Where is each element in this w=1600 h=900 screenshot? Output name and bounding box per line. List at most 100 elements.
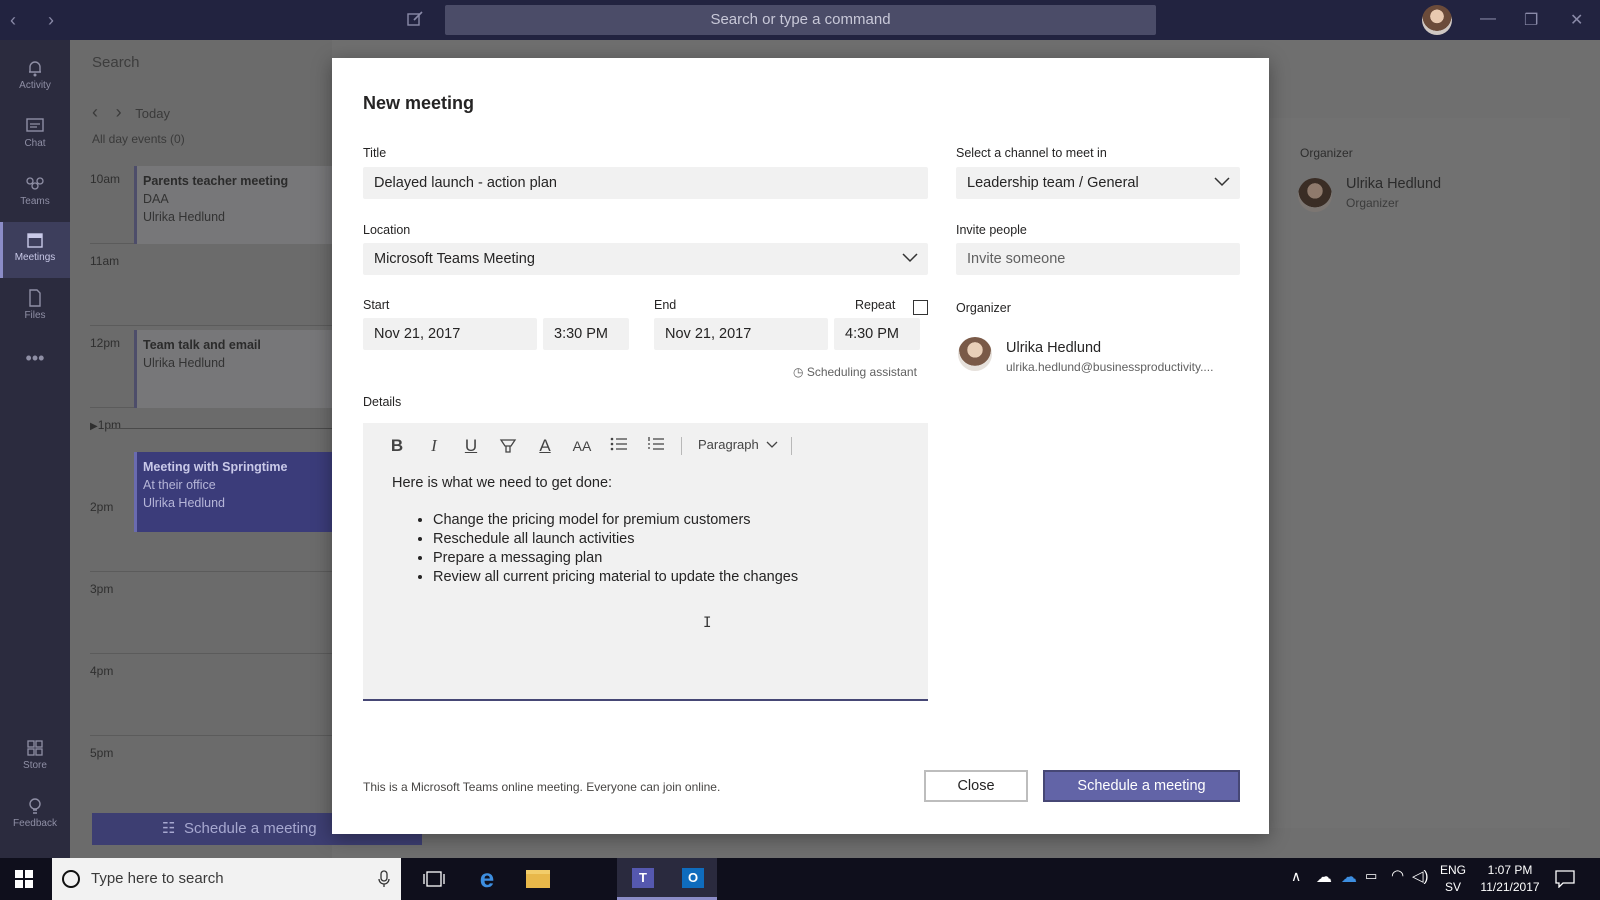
close-button[interactable]: Close xyxy=(924,770,1028,802)
chevron-down-icon xyxy=(902,253,918,263)
outlook-app-icon[interactable]: O xyxy=(669,858,717,900)
hour-label: 10am xyxy=(90,172,121,186)
underline-icon[interactable]: U xyxy=(461,436,481,456)
more-apps-icon[interactable]: ••• xyxy=(0,348,70,378)
task-view-icon[interactable] xyxy=(423,870,445,888)
hour-label: 4pm xyxy=(90,664,114,678)
prev-day-icon[interactable]: ‹ xyxy=(92,102,98,122)
today-button[interactable]: Today xyxy=(135,106,170,121)
start-date-field[interactable]: Nov 21, 2017 xyxy=(363,318,537,350)
details-list: Change the pricing model for premium cus… xyxy=(433,511,798,587)
chat-icon xyxy=(26,118,44,132)
windows-taskbar: Type here to search e T O ∧ ☁ ☁ ▭ ◠ ◁) E… xyxy=(0,858,1600,900)
minimize-icon[interactable]: — xyxy=(1480,10,1496,28)
input-language[interactable]: ENG SV xyxy=(1438,862,1468,896)
onedrive-icon[interactable]: ☁ xyxy=(1316,867,1332,887)
bulleted-list-icon[interactable] xyxy=(609,436,629,456)
scheduling-assistant-label: Scheduling assistant xyxy=(806,365,917,379)
event-title: Parents teacher meeting xyxy=(143,174,289,188)
list-item: Review all current pricing material to u… xyxy=(433,568,798,587)
teams-app-icon[interactable]: T xyxy=(617,858,669,900)
action-center-icon[interactable] xyxy=(1555,870,1575,888)
taskbar-search[interactable]: Type here to search xyxy=(52,858,401,900)
font-size-icon[interactable]: AA xyxy=(572,436,592,456)
meeting-details-background: Organizer Ulrika Hedlund Organizer xyxy=(1270,118,1570,828)
location-dropdown[interactable]: Microsoft Teams Meeting xyxy=(363,243,928,275)
back-arrow-icon[interactable]: ‹ xyxy=(10,10,16,31)
highlight-icon[interactable] xyxy=(498,436,518,456)
close-window-icon[interactable]: ✕ xyxy=(1570,10,1583,30)
title-field[interactable]: Delayed launch - action plan xyxy=(363,167,928,199)
forward-arrow-icon[interactable]: › xyxy=(48,10,54,31)
calendar-event[interactable]: Team talk and email Ulrika Hedlund xyxy=(134,330,332,408)
rail-item-store[interactable]: Store xyxy=(0,730,70,786)
hour-divider xyxy=(90,735,332,736)
channel-value: Leadership team / General xyxy=(967,175,1139,191)
invite-people-input[interactable]: Invite someone xyxy=(956,243,1240,275)
taskbar-search-placeholder: Type here to search xyxy=(91,870,224,887)
onedrive-business-icon[interactable]: ☁ xyxy=(1341,867,1357,887)
list-item: Change the pricing model for premium cus… xyxy=(433,511,798,530)
toolbar-divider xyxy=(791,437,792,455)
new-meeting-dialog: New meeting Title Delayed launch - actio… xyxy=(332,58,1269,834)
hour-label: ▶1pm xyxy=(90,418,121,432)
cortana-icon xyxy=(62,870,80,888)
title-label: Title xyxy=(363,146,387,160)
restore-icon[interactable]: ❐ xyxy=(1524,10,1538,30)
hour-divider xyxy=(90,571,332,572)
rail-item-files[interactable]: Files xyxy=(0,280,70,336)
font-color-icon[interactable]: A xyxy=(535,436,555,456)
lightbulb-icon xyxy=(29,798,41,814)
chevron-down-icon xyxy=(1214,177,1230,187)
repeat-checkbox[interactable] xyxy=(913,300,928,315)
next-day-icon[interactable]: › xyxy=(116,102,122,122)
details-editor[interactable]: B I U A AA Paragraph Here is what we nee… xyxy=(363,423,928,701)
event-organizer: Ulrika Hedlund xyxy=(143,210,225,224)
rail-item-activity[interactable]: Activity xyxy=(0,50,70,106)
hour-label: 11am xyxy=(90,254,120,268)
calendar-event[interactable]: Parents teacher meeting DAA Ulrika Hedlu… xyxy=(134,166,332,244)
battery-icon[interactable]: ▭ xyxy=(1365,868,1377,884)
all-day-events: All day events (0) xyxy=(92,132,185,146)
end-label: End xyxy=(654,298,677,312)
rail-item-feedback[interactable]: Feedback xyxy=(0,788,70,844)
profile-avatar[interactable] xyxy=(1422,5,1452,35)
organizer-name: Ulrika Hedlund xyxy=(1006,340,1102,356)
rail-item-chat[interactable]: Chat xyxy=(0,108,70,164)
hour-label: 12pm xyxy=(90,336,121,350)
schedule-calendar-icon: ☷ xyxy=(162,820,176,837)
organizer-heading: Organizer xyxy=(1300,146,1353,160)
italic-icon[interactable]: I xyxy=(424,436,444,456)
channel-dropdown[interactable]: Leadership team / General xyxy=(956,167,1240,199)
rail-item-meetings[interactable]: Meetings xyxy=(0,222,70,278)
wifi-icon[interactable]: ◠ xyxy=(1391,866,1404,884)
compose-icon[interactable] xyxy=(406,10,424,28)
hour-label: 2pm xyxy=(90,500,114,514)
numbered-list-icon[interactable] xyxy=(646,436,666,456)
event-location: DAA xyxy=(143,192,169,206)
schedule-meeting-button[interactable]: Schedule a meeting xyxy=(1043,770,1240,802)
end-time-field[interactable]: 4:30 PM xyxy=(834,318,920,350)
details-intro: Here is what we need to get done: xyxy=(392,475,613,491)
online-meeting-note: This is a Microsoft Teams online meeting… xyxy=(363,780,721,794)
edge-app-icon[interactable]: e xyxy=(463,858,511,900)
calendar-search[interactable]: Search xyxy=(92,54,140,71)
volume-icon[interactable]: ◁) xyxy=(1412,867,1429,885)
rail-item-label: Feedback xyxy=(13,818,57,829)
paragraph-style-dropdown[interactable]: Paragraph xyxy=(698,437,778,452)
bold-icon[interactable]: B xyxy=(387,436,407,456)
clock[interactable]: 1:07 PM 11/21/2017 xyxy=(1474,862,1546,896)
event-organizer: Ulrika Hedlund xyxy=(143,356,225,370)
start-time-field[interactable]: 3:30 PM xyxy=(543,318,629,350)
calendar-event[interactable]: Meeting with Springtime At their office … xyxy=(134,452,332,532)
end-date-field[interactable]: Nov 21, 2017 xyxy=(654,318,828,350)
microphone-icon[interactable] xyxy=(378,870,390,888)
event-organizer: Ulrika Hedlund xyxy=(143,496,225,510)
command-search-box[interactable]: Search or type a command xyxy=(445,5,1156,35)
windows-start-icon[interactable] xyxy=(15,870,33,888)
file-explorer-icon[interactable] xyxy=(513,858,561,900)
chevron-down-icon xyxy=(766,441,778,448)
scheduling-assistant-link[interactable]: ◷ Scheduling assistant xyxy=(793,365,917,379)
show-hidden-icons-icon[interactable]: ∧ xyxy=(1291,868,1301,885)
rail-item-teams[interactable]: Teams xyxy=(0,166,70,222)
